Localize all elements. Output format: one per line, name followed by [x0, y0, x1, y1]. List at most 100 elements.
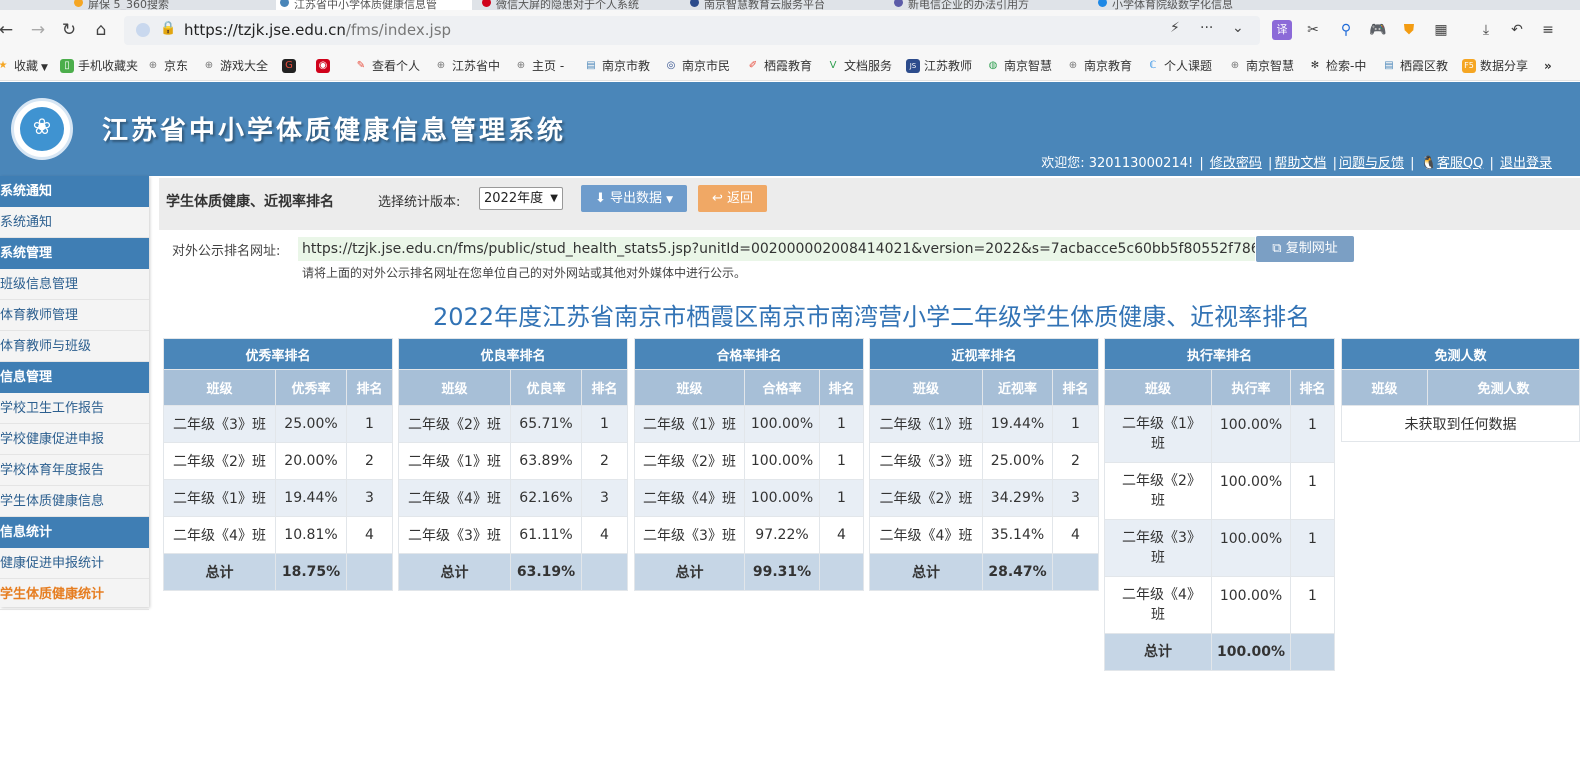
sidebar-item-pe-annual-report[interactable]: 学校体育年度报告 — [0, 455, 149, 486]
address-url[interactable]: https://tzjk.jse.edu.cn/fms/index.jsp — [184, 21, 451, 39]
sidebar-item-health-promotion[interactable]: 学校健康促进申报 — [0, 424, 149, 455]
back-button[interactable]: ↩ 返回 — [698, 185, 767, 212]
bookmark-item[interactable]: ▯ 手机收藏夹 — [60, 57, 138, 75]
bookmark-item[interactable]: G — [282, 57, 300, 75]
bookmark-item[interactable]: ▤ 栖霞区教 — [1382, 57, 1448, 75]
bookmark-item[interactable]: ▤ 南京市教 — [584, 57, 650, 75]
sidebar-item-teacher-class[interactable]: 体育教师与班级 — [0, 331, 149, 362]
rate-cell: 61.11% — [510, 516, 582, 554]
sidebar-group-statistics[interactable]: 信息统计 — [0, 517, 149, 548]
bookmark-item[interactable]: ⊕ 主页 - — [514, 57, 564, 75]
class-cell: 二年级《2》班 — [1104, 462, 1212, 520]
translate-icon[interactable]: 译 — [1272, 20, 1292, 40]
home-icon[interactable]: ⌂ — [89, 18, 113, 42]
logout-link[interactable]: 退出登录 — [1500, 156, 1552, 171]
rank-cell: 4 — [346, 516, 393, 554]
column-header: 班级 — [1341, 369, 1428, 406]
back-icon[interactable]: ← — [0, 18, 18, 42]
apps-grid-icon[interactable]: ▦ — [1431, 20, 1451, 40]
sidebar-item-pe-teachers[interactable]: 体育教师管理 — [0, 300, 149, 331]
download-icon: ⬇ — [594, 191, 606, 206]
bookmark-item[interactable]: ✎ 查看个人 — [354, 57, 420, 75]
rate-cell: 25.00% — [275, 405, 347, 443]
bookmark-item[interactable]: ⊕ 南京教育 — [1066, 57, 1132, 75]
more-icon[interactable]: ··· — [1200, 20, 1213, 36]
rate-cell: 100.00% — [1211, 462, 1291, 520]
bookmark-item[interactable]: V 文档服务 — [826, 57, 892, 75]
tab-title: 微信大屏的隐患对于个人系统 — [496, 0, 639, 10]
total-row: 总计 100.00% — [1104, 633, 1335, 671]
site-info-icon[interactable] — [136, 23, 150, 37]
lightning-icon[interactable]: ⚡ — [1170, 20, 1180, 36]
version-select[interactable]: 2022年度 ▼ — [479, 187, 563, 210]
bookmark-item[interactable]: ◎ 南京市民 — [664, 57, 730, 75]
bookmark-item[interactable]: F5 数据分享 — [1462, 57, 1528, 75]
export-data-button[interactable]: ⬇ 导出数据 ▼ — [581, 185, 687, 212]
game-icon[interactable]: 🎮 — [1368, 20, 1388, 40]
bookmark-label: 主页 - — [532, 59, 565, 73]
undo-icon[interactable]: ↶ — [1507, 20, 1527, 40]
search-icon[interactable]: ⚲ — [1336, 20, 1356, 40]
browser-tab-active[interactable]: 江苏省中小学体质健康信息管 — [276, 0, 472, 10]
feedback-link[interactable]: 问题与反馈 — [1339, 156, 1404, 171]
bookmark-item[interactable]: ✐ 栖霞教育 — [746, 57, 812, 75]
sidebar-item-health-stats[interactable]: 学生体质健康统计 — [0, 579, 149, 610]
class-cell: 二年级《3》班 — [634, 516, 745, 554]
browser-tab[interactable]: 新电信企业的办法引用方 — [890, 0, 1086, 10]
bookmark-item[interactable]: ⊕ 南京智慧 — [1228, 57, 1294, 75]
total-empty-cell — [1052, 553, 1099, 591]
class-cell: 二年级《4》班 — [163, 516, 276, 554]
help-doc-link[interactable]: 帮助文档 — [1274, 156, 1326, 171]
sidebar-group-info-management[interactable]: 信息管理 — [0, 362, 149, 393]
sidebar-item-promotion-stats[interactable]: 健康促进申报统计 — [0, 548, 149, 579]
separator: | — [1199, 156, 1204, 171]
bookmark-item[interactable]: ⊕ 游戏大全 — [202, 57, 268, 75]
bookmark-item[interactable]: JS 江苏教师 — [906, 57, 972, 75]
bookmark-item[interactable]: ⊕ 江苏省中 — [434, 57, 500, 75]
sidebar-item-hygiene-report[interactable]: 学校卫生工作报告 — [0, 393, 149, 424]
total-label: 总计 — [398, 553, 511, 591]
sidebar-group-notice[interactable]: 系统通知 — [0, 176, 149, 207]
sidebar-item-system-notice[interactable]: 系统通知 — [0, 207, 149, 238]
url-host: https://tzjk.jse.edu.cn — [184, 21, 346, 39]
column-header: 排名 — [1290, 369, 1335, 406]
rank-cell: 1 — [819, 479, 864, 517]
download-icon[interactable]: ⤓ — [1476, 20, 1496, 40]
chevron-down-icon: ▼ — [550, 193, 558, 204]
shield-icon[interactable]: ⛊ — [1399, 20, 1419, 40]
bookmark-item[interactable]: ℂ 个人课题 — [1146, 57, 1213, 75]
bookmark-item[interactable]: ◍ 南京智慧 — [986, 57, 1052, 75]
bookmark-item[interactable]: ★ 收藏 ▼ — [0, 57, 48, 75]
total-empty-cell — [346, 553, 393, 591]
rate-cell: 65.71% — [510, 405, 582, 443]
public-url-field[interactable]: https://tzjk.jse.edu.cn/fms/public/stud_… — [298, 237, 1255, 261]
sidebar-item-student-health-info[interactable]: 学生体质健康信息 — [0, 486, 149, 517]
empty-data-message: 未获取到任何数据 — [1341, 405, 1580, 442]
reload-icon[interactable]: ↻ — [57, 18, 81, 42]
address-bar[interactable]: 🔒 https://tzjk.jse.edu.cn/fms/index.jsp … — [124, 16, 1260, 45]
browser-tab[interactable]: 微信大屏的隐患对于个人系统 — [478, 0, 678, 10]
total-label: 总计 — [869, 553, 983, 591]
forward-icon[interactable]: → — [26, 18, 50, 42]
browser-tab[interactable]: 南京智慧教育云服务平台 — [686, 0, 882, 10]
sidebar-group-system-management[interactable]: 系统管理 — [0, 238, 149, 269]
copy-url-button[interactable]: ⧉ 复制网址 — [1256, 236, 1354, 262]
bookmarks-overflow-icon[interactable]: » — [1544, 57, 1552, 75]
change-password-link[interactable]: 修改密码 — [1210, 156, 1262, 171]
separator: | — [1332, 156, 1337, 171]
column-header: 班级 — [869, 369, 983, 406]
column-header: 近视率 — [982, 369, 1053, 406]
bookmark-item[interactable]: ✻ 检索-中 — [1308, 57, 1367, 75]
rate-cell: 10.81% — [275, 516, 347, 554]
browser-tab[interactable]: 小学体育院级数字化信息 — [1094, 0, 1290, 10]
table-row: 二年级《1》班 19.44% 1 — [869, 405, 1099, 443]
browser-tab[interactable]: 屏保 5_360搜索 — [70, 0, 270, 10]
sidebar-item-class-info[interactable]: 班级信息管理 — [0, 269, 149, 300]
menu-icon[interactable]: ≡ — [1538, 20, 1558, 40]
chevron-down-icon[interactable]: ⌄ — [1232, 20, 1244, 36]
bookmark-item[interactable]: ⊕ 京东 — [146, 57, 188, 75]
bookmark-item[interactable]: ◉ — [316, 57, 334, 75]
customer-qq-link[interactable]: 客服QQ — [1437, 156, 1483, 171]
v-logo-icon: V — [829, 60, 837, 71]
scissors-icon[interactable]: ✂ — [1303, 20, 1323, 40]
